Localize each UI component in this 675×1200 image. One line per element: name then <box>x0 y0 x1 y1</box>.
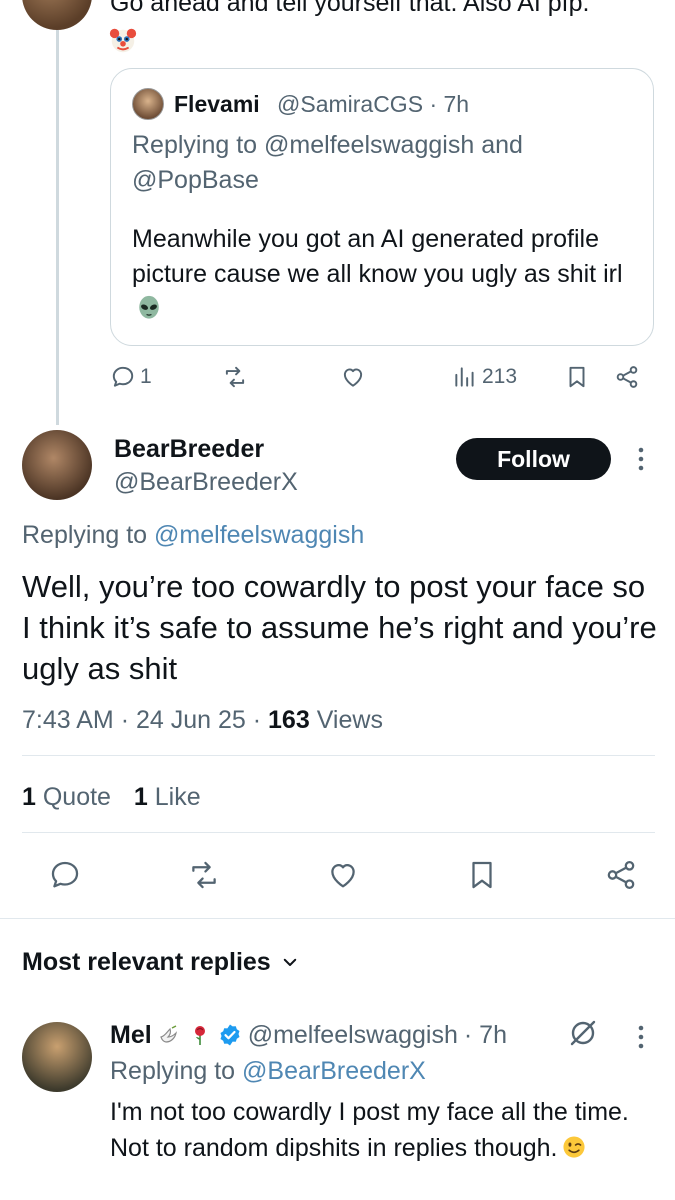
like-action[interactable] <box>340 364 366 390</box>
like-label: Like <box>154 783 201 811</box>
heart-icon[interactable] <box>326 858 360 892</box>
quote-count: 1 <box>22 783 36 811</box>
follow-button[interactable]: Follow <box>456 438 611 480</box>
main-tweet-meta: 7:43 AM · 24 Jun 25 · 163 Views <box>22 703 383 737</box>
main-user-handle[interactable]: @BearBreederX <box>114 466 298 498</box>
dove-emoji-icon <box>159 1025 177 1043</box>
reply-count: 1 <box>140 365 152 388</box>
avatar-reply-user[interactable] <box>22 1022 92 1092</box>
reply-sort-dropdown[interactable]: Most relevant replies <box>22 945 299 979</box>
thread-line <box>56 30 59 425</box>
bookmark-icon[interactable] <box>465 858 499 892</box>
quoted-user-handle[interactable]: @SamiraCGS <box>277 91 423 117</box>
quoted-user-name[interactable]: Flevami <box>174 88 260 120</box>
main-tweet-text: Well, you’re too cowardly to post your f… <box>22 569 657 686</box>
meta-separator: · <box>120 706 130 734</box>
sort-label: Most relevant replies <box>22 948 271 976</box>
tweet-time[interactable]: 7:43 AM <box>22 706 114 734</box>
share-action[interactable] <box>614 364 640 390</box>
clown-face-icon <box>109 28 137 53</box>
more-options-icon[interactable] <box>630 1022 652 1052</box>
reply-icon <box>112 366 134 387</box>
likes-stat[interactable]: 1 Like <box>134 783 201 811</box>
more-options-icon[interactable] <box>630 444 652 474</box>
views-count: 213 <box>482 365 518 388</box>
reply-time: · 7h <box>463 1021 507 1049</box>
bookmark-icon <box>569 366 585 388</box>
winking-face-icon <box>563 1136 586 1158</box>
repost-action[interactable] <box>222 364 248 390</box>
replying-and: and <box>481 131 523 159</box>
share-icon[interactable] <box>604 858 638 892</box>
engagement-stats: 1 Quote 1 Like <box>22 780 201 814</box>
rose-emoji-icon <box>194 1026 205 1045</box>
verified-badge-icon <box>220 1024 240 1046</box>
reply-user-name[interactable]: Mel <box>110 1018 152 1052</box>
mention-link[interactable]: @melfeelswaggish <box>154 521 364 549</box>
heart-icon <box>343 368 363 387</box>
reply-tweet-text: I'm not too cowardly I post my face all … <box>110 1098 629 1162</box>
reply-user-handle[interactable]: @melfeelswaggish <box>248 1018 458 1052</box>
alien-icon <box>139 295 159 319</box>
main-user-name[interactable]: BearBreeder <box>114 433 264 465</box>
mention-link[interactable]: @PopBase <box>132 163 259 197</box>
mention-link[interactable]: @BearBreederX <box>242 1057 426 1085</box>
divider <box>22 755 655 756</box>
avatar-quoted-user[interactable] <box>132 88 164 120</box>
share-icon <box>616 366 638 388</box>
quotes-stat[interactable]: 1 Quote <box>22 783 118 811</box>
quoted-tweet-time: · 7h <box>429 91 470 117</box>
reply-action[interactable]: 1 <box>110 364 152 390</box>
main-replying-to: Replying to @melfeelswaggish <box>22 518 364 552</box>
repost-icon <box>225 366 245 388</box>
main-action-bar <box>48 858 638 892</box>
reply-replying-to: Replying to @BearBreederX <box>110 1054 426 1088</box>
tweet-date[interactable]: 24 Jun 25 <box>136 706 246 734</box>
quoted-tweet-body: Meanwhile you got an AI generated profil… <box>132 222 642 327</box>
quoted-tweet-text: Meanwhile you got an AI generated profil… <box>132 225 623 288</box>
mention-link[interactable]: @melfeelswaggish <box>264 131 474 159</box>
reply-icon[interactable] <box>48 858 82 892</box>
reply-tweet-body: I'm not too cowardly I post my face all … <box>110 1094 650 1166</box>
views-count: 163 <box>268 706 310 734</box>
like-count: 1 <box>133 783 148 811</box>
divider <box>22 832 655 833</box>
grok-icon[interactable] <box>568 1018 598 1048</box>
quoted-user-handle-time: @SamiraCGS · 7h <box>277 88 469 120</box>
quoted-replying-to: Replying to @melfeelswaggish and <box>132 128 523 162</box>
views-icon <box>455 367 474 387</box>
avatar-main-user[interactable] <box>22 430 92 500</box>
views-action[interactable]: 213 <box>452 364 517 390</box>
chevron-down-icon <box>283 958 296 966</box>
replying-prefix: Replying to <box>110 1057 236 1085</box>
tweet-text-top: Go ahead and tell yourself that. Also AI… <box>110 0 590 17</box>
avatar-top-tweet[interactable] <box>22 0 92 30</box>
replying-prefix: Replying to <box>132 131 258 159</box>
repost-icon[interactable] <box>187 858 221 892</box>
reply-header: Mel @melfeelswaggish · 7h <box>110 1018 507 1052</box>
section-divider <box>0 918 675 919</box>
bookmark-action[interactable] <box>564 364 590 390</box>
meta-separator: · <box>252 706 262 734</box>
quote-label: Quote <box>42 783 111 811</box>
views-label: Views <box>316 706 383 734</box>
replying-prefix: Replying to <box>22 521 148 549</box>
